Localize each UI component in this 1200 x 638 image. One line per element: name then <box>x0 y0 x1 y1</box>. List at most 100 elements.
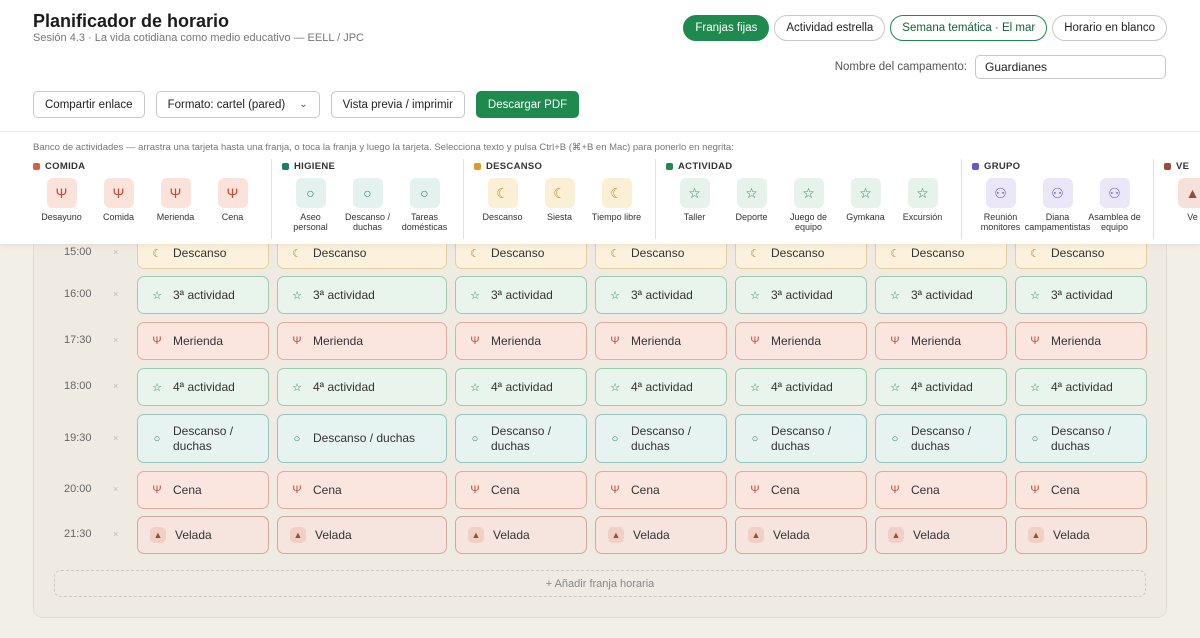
bank-item[interactable]: ☆ Excursión <box>894 178 951 232</box>
schedule-row: 16:00 × ☆ 3ª actividad ☆ 3ª actividad ☆ 3ª acti… <box>34 276 1168 314</box>
mode-blank-schedule-button[interactable]: Horario en blanco <box>1052 15 1167 41</box>
remove-slot-icon[interactable]: × <box>113 433 118 443</box>
slot-card[interactable]: ☆ 3ª actividad <box>735 276 867 314</box>
bank-item[interactable]: ☆ Juego de equipo <box>780 178 837 232</box>
slot-time[interactable]: 20:00 <box>64 483 92 495</box>
moon-icon: ☾ <box>890 247 900 260</box>
slot-card[interactable]: Ψ Cena <box>595 471 727 509</box>
slot-card[interactable]: ☆ 3ª actividad <box>277 276 447 314</box>
bank-item[interactable]: ⚇ Diana campamentistas <box>1025 178 1090 232</box>
bank-item[interactable]: Ψ Merienda <box>147 178 204 222</box>
slot-card[interactable]: ○ Descanso / duchas <box>277 414 447 463</box>
slot-card[interactable]: ☆ 4ª actividad <box>875 368 1007 406</box>
bank-item[interactable]: ☆ Deporte <box>723 178 780 232</box>
format-select[interactable]: Formato: cartel (pared) ⌄ <box>155 91 320 118</box>
bank-item[interactable]: ○ Aseo personal <box>282 178 339 232</box>
bank-item[interactable]: ○ Tareas domésticas <box>396 178 453 232</box>
bank-item[interactable]: ☾ Tiempo libre <box>588 178 645 222</box>
slot-card[interactable]: ☆ 4ª actividad <box>735 368 867 406</box>
bank-item[interactable]: ○ Descanso / duchas <box>339 178 396 232</box>
download-pdf-button[interactable]: Descargar PDF <box>475 91 580 118</box>
bank-item[interactable]: ☾ Descanso <box>474 178 531 222</box>
slot-card[interactable]: ▲ Velada <box>595 516 727 554</box>
slot-card[interactable]: ▲ Velada <box>1015 516 1147 554</box>
slot-card[interactable]: ○ Descanso / duchas <box>455 414 587 463</box>
drop-icon: ○ <box>471 432 479 445</box>
slot-card[interactable]: Ψ Cena <box>875 471 1007 509</box>
slot-card[interactable]: Ψ Merienda <box>875 322 1007 360</box>
slot-card[interactable]: ☆ 3ª actividad <box>455 276 587 314</box>
slot-card-label: Cena <box>631 482 660 497</box>
preview-print-button[interactable]: Vista previa / imprimir <box>330 91 465 118</box>
bank-item[interactable]: ⚇ Reunión monitores <box>972 178 1029 232</box>
camp-name-input[interactable] <box>975 55 1166 79</box>
slot-card[interactable]: ☆ 4ª actividad <box>277 368 447 406</box>
slot-card[interactable]: Ψ Merienda <box>455 322 587 360</box>
remove-slot-icon[interactable]: × <box>113 289 118 299</box>
slot-card[interactable]: Ψ Cena <box>277 471 447 509</box>
star-icon: ☆ <box>907 178 938 208</box>
mode-fixed-slots-button[interactable]: Franjas fijas <box>683 15 770 41</box>
slot-time[interactable]: 16:00 <box>64 288 92 300</box>
slot-card[interactable]: Ψ Merienda <box>1015 322 1147 360</box>
schedule-row: 21:30 × ▲ Velada ▲ Velada ▲ Velada ▲ Velada ▲ Velad… <box>34 516 1168 554</box>
slot-card[interactable]: ○ Descanso / duchas <box>137 414 269 463</box>
slot-card[interactable]: Ψ Cena <box>1015 471 1147 509</box>
remove-slot-icon[interactable]: × <box>113 247 118 257</box>
remove-slot-icon[interactable]: × <box>113 529 118 539</box>
slot-card[interactable]: ☆ 3ª actividad <box>595 276 727 314</box>
slot-card[interactable]: ○ Descanso / duchas <box>735 414 867 463</box>
slot-time[interactable]: 21:30 <box>64 528 92 540</box>
slot-card[interactable]: ▲ Velada <box>137 516 269 554</box>
slot-card[interactable]: ○ Descanso / duchas <box>595 414 727 463</box>
slot-card-label: Velada <box>913 527 950 542</box>
slot-card-label: Descanso <box>911 245 965 260</box>
category-header: HIGIENE <box>282 159 453 173</box>
slot-card[interactable]: ☆ 4ª actividad <box>1015 368 1147 406</box>
slot-time[interactable]: 18:00 <box>64 380 92 392</box>
bank-item[interactable]: ☆ Gymkana <box>837 178 894 232</box>
slot-card[interactable]: ▲ Velada <box>277 516 447 554</box>
fire-icon: ▲ <box>1177 178 1200 208</box>
slot-card-label: 3ª actividad <box>173 287 235 302</box>
slot-time[interactable]: 17:30 <box>64 334 92 346</box>
slot-card[interactable]: ☆ 3ª actividad <box>875 276 1007 314</box>
mode-theme-week-button[interactable]: Semana temática · El mar <box>890 15 1048 41</box>
slot-time[interactable]: 15:00 <box>64 246 92 258</box>
star-icon: ☆ <box>750 289 760 302</box>
slot-card[interactable]: Ψ Cena <box>455 471 587 509</box>
fire-icon: ▲ <box>468 527 484 543</box>
share-link-button[interactable]: Compartir enlace <box>33 91 145 118</box>
slot-card[interactable]: ○ Descanso / duchas <box>1015 414 1147 463</box>
add-slot-button[interactable]: + Añadir franja horaria <box>54 570 1146 597</box>
bank-item[interactable]: ☾ Siesta <box>531 178 588 222</box>
share-link-label: Compartir enlace <box>45 98 133 111</box>
slot-card[interactable]: Ψ Merienda <box>735 322 867 360</box>
bank-item[interactable]: Ψ Desayuno <box>33 178 90 222</box>
bank-item[interactable]: Ψ Cena <box>204 178 261 222</box>
remove-slot-icon[interactable]: × <box>113 381 118 391</box>
slot-card[interactable]: Ψ Cena <box>137 471 269 509</box>
slot-card[interactable]: Ψ Cena <box>735 471 867 509</box>
bank-item[interactable]: ▲ Ve <box>1164 178 1200 222</box>
slot-card[interactable]: ☆ 3ª actividad <box>1015 276 1147 314</box>
slot-card[interactable]: Ψ Merienda <box>277 322 447 360</box>
slot-card[interactable]: ☆ 4ª actividad <box>137 368 269 406</box>
slot-card[interactable]: ▲ Velada <box>735 516 867 554</box>
slot-card[interactable]: Ψ Merienda <box>595 322 727 360</box>
mode-star-activity-button[interactable]: Actividad estrella <box>774 15 886 41</box>
slot-card[interactable]: ☆ 4ª actividad <box>455 368 587 406</box>
slot-time[interactable]: 19:30 <box>64 432 92 444</box>
slot-card[interactable]: ☆ 3ª actividad <box>137 276 269 314</box>
remove-slot-icon[interactable]: × <box>113 335 118 345</box>
slot-card[interactable]: Ψ Merienda <box>137 322 269 360</box>
slot-card[interactable]: ☆ 4ª actividad <box>595 368 727 406</box>
utensils-icon: Ψ <box>217 178 248 208</box>
bank-item[interactable]: Ψ Comida <box>90 178 147 222</box>
bank-item[interactable]: ☆ Taller <box>666 178 723 232</box>
slot-card[interactable]: ▲ Velada <box>875 516 1007 554</box>
slot-card[interactable]: ▲ Velada <box>455 516 587 554</box>
bank-item[interactable]: ⚇ Asamblea de equipo <box>1086 178 1143 232</box>
slot-card[interactable]: ○ Descanso / duchas <box>875 414 1007 463</box>
remove-slot-icon[interactable]: × <box>113 484 118 494</box>
